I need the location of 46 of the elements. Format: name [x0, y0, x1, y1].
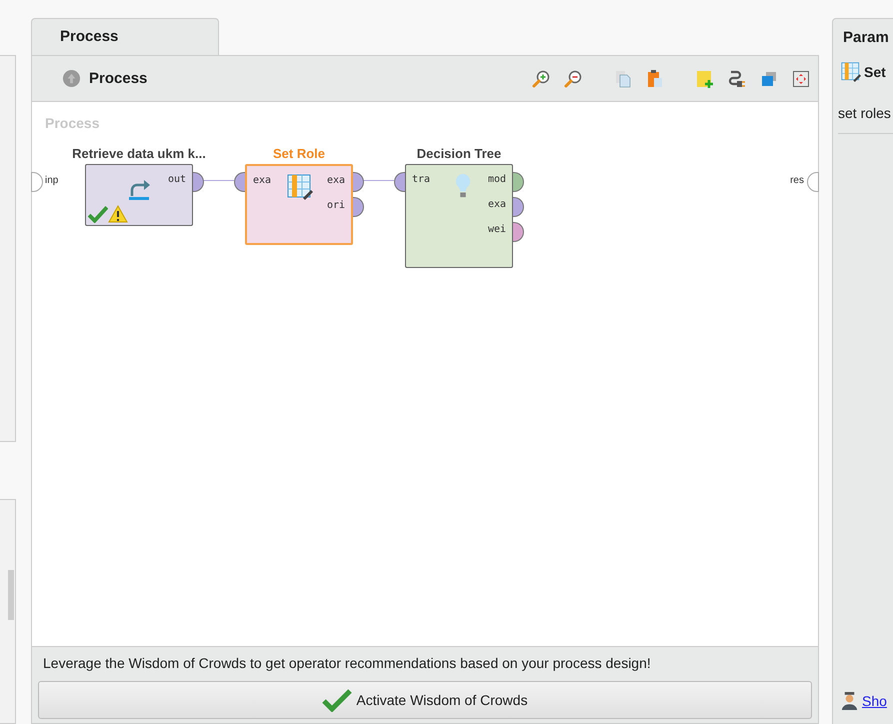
- zoom-out-icon[interactable]: [563, 68, 583, 88]
- fit-icon[interactable]: [791, 68, 811, 88]
- retrieve-arrow-icon: [126, 177, 152, 203]
- operator-description: set roles: [838, 105, 893, 134]
- help-link[interactable]: Sho: [862, 692, 887, 708]
- operator-node[interactable]: out: [85, 164, 193, 226]
- output-port[interactable]: [807, 172, 819, 192]
- table-edit-icon: [841, 62, 861, 82]
- input-port[interactable]: [31, 172, 43, 192]
- process-tab[interactable]: Process: [31, 18, 219, 55]
- port[interactable]: [193, 172, 204, 192]
- operator-node[interactable]: tra mod exa wei: [405, 164, 513, 268]
- operator-node[interactable]: exa exa ori: [245, 164, 353, 245]
- port[interactable]: [394, 172, 405, 192]
- operator-name: Decision Tree: [416, 146, 502, 161]
- port-label: exa: [253, 175, 272, 186]
- zoom-in-icon[interactable]: [531, 68, 551, 88]
- operator-name: Set: [864, 64, 886, 80]
- port-label: ori: [326, 200, 345, 211]
- panel-title: Param: [843, 29, 889, 46]
- port-label: wei: [488, 224, 506, 235]
- port-label: res: [790, 175, 804, 186]
- port-label: mod: [488, 174, 506, 185]
- operator-name: Set Role: [272, 146, 326, 161]
- person-icon: [841, 691, 858, 710]
- activate-button[interactable]: Activate Wisdom of Crowds: [38, 681, 812, 719]
- port[interactable]: [353, 197, 364, 217]
- port[interactable]: [513, 172, 524, 192]
- port-label: exa: [326, 175, 345, 186]
- scrollbar[interactable]: [8, 570, 14, 620]
- port[interactable]: [513, 197, 524, 217]
- plug-icon[interactable]: [727, 68, 747, 88]
- port[interactable]: [234, 172, 245, 192]
- recommendation-message: Leverage the Wisdom of Crowds to get operator recommendations based on your process design!: [42, 655, 652, 671]
- port-label: inp: [45, 175, 58, 186]
- operator-name: Retrieve data ukm k...: [71, 146, 207, 161]
- table-edit-icon: [287, 174, 313, 200]
- port[interactable]: [353, 172, 364, 192]
- port-label: out: [168, 174, 186, 185]
- port[interactable]: [513, 222, 524, 242]
- port-label: tra: [412, 174, 430, 185]
- port-label: exa: [488, 199, 506, 210]
- check-icon: [322, 688, 352, 712]
- paste-icon[interactable]: [645, 68, 665, 88]
- breadcrumb[interactable]: Process: [89, 70, 148, 87]
- add-note-icon[interactable]: [695, 68, 715, 88]
